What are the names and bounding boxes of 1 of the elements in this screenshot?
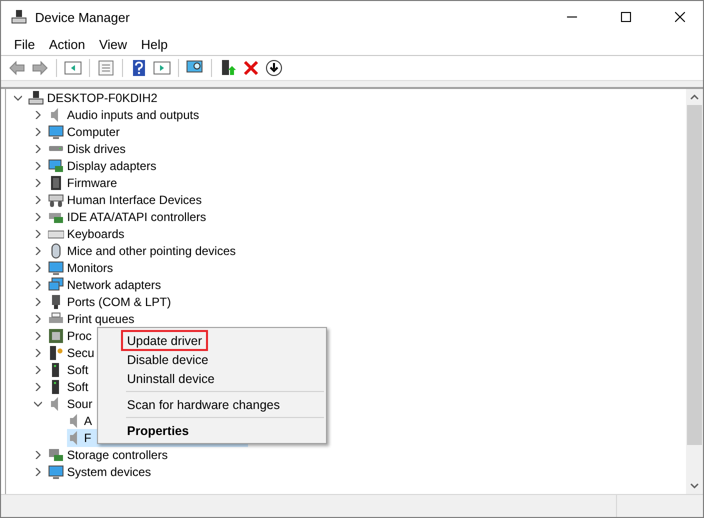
window-title: Device Manager [35,10,131,24]
